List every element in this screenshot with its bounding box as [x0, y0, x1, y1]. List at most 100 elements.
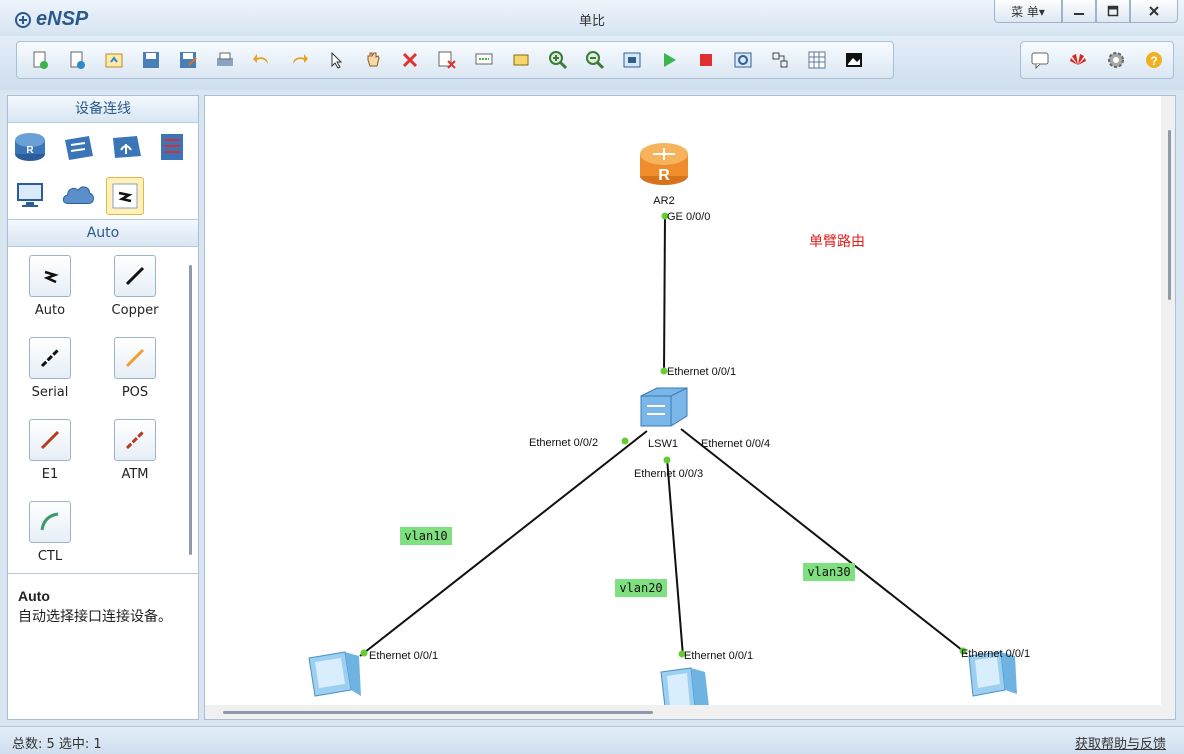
- text-icon: [475, 53, 492, 65]
- cable-pos[interactable]: POS: [100, 337, 170, 400]
- pc-1[interactable]: [308, 651, 361, 697]
- message-button[interactable]: [1026, 46, 1054, 74]
- help-feedback-link[interactable]: 获取帮助与反馈: [1075, 733, 1166, 752]
- device-panel: 设备连线 R Auto Auto Copper Serial POS E1 AT…: [7, 95, 199, 720]
- start-device-button[interactable]: [655, 46, 683, 74]
- grid-button[interactable]: [803, 46, 831, 74]
- interface-label: GE 0/0/0: [667, 211, 710, 223]
- redo-button[interactable]: [285, 46, 313, 74]
- svg-text:R: R: [26, 145, 34, 156]
- cloud-icon: [62, 186, 94, 204]
- cable-ctl[interactable]: CTL: [15, 501, 85, 564]
- cable-label: E1: [41, 467, 59, 482]
- cable-e1[interactable]: E1: [15, 419, 85, 482]
- link-lsw1-pc3[interactable]: [680, 428, 968, 655]
- menu-button[interactable]: 菜 单▾: [994, 0, 1062, 23]
- cable-label: Serial: [31, 385, 69, 400]
- cable-list-scrollbar[interactable]: [189, 265, 192, 555]
- router-category[interactable]: R: [12, 129, 48, 165]
- minimize-button[interactable]: [1062, 0, 1096, 23]
- settings-button[interactable]: [1102, 46, 1130, 74]
- save-icon: [142, 52, 159, 68]
- canvas-horizontal-scrollbar[interactable]: [205, 705, 1175, 719]
- delete-all-links-icon: [438, 51, 456, 69]
- firewall-icon: [161, 134, 183, 160]
- cable-auto[interactable]: Auto: [15, 255, 85, 318]
- delete-button[interactable]: [396, 46, 424, 74]
- close-button[interactable]: [1130, 0, 1178, 23]
- pan-button[interactable]: [359, 46, 387, 74]
- maximize-button[interactable]: [1096, 0, 1130, 23]
- cable-label: POS: [121, 385, 149, 400]
- help-button[interactable]: ?: [1140, 46, 1168, 74]
- print-button[interactable]: [211, 46, 239, 74]
- router-icon: R: [15, 133, 45, 161]
- huawei-icon: [1070, 54, 1086, 65]
- device-label: LSW1: [648, 438, 678, 450]
- switch-lsw1[interactable]: LSW1: [640, 387, 688, 450]
- stop-device-icon: [699, 54, 712, 66]
- topology-snapshot-button[interactable]: [840, 46, 868, 74]
- undo-button[interactable]: [248, 46, 276, 74]
- port-dot: [621, 437, 629, 445]
- device-category-grid: R: [8, 123, 198, 219]
- wlan-category[interactable]: [108, 129, 144, 165]
- interface-label: Ethernet 0/0/1: [961, 648, 1030, 660]
- zoom-in-button[interactable]: [544, 46, 572, 74]
- text-button[interactable]: [470, 46, 498, 74]
- new-topology-button[interactable]: [26, 46, 54, 74]
- stop-device-button[interactable]: [692, 46, 720, 74]
- interface-label: Ethernet 0/0/3: [634, 468, 703, 480]
- cable-copper[interactable]: Copper: [100, 255, 170, 318]
- router-ar2[interactable]: R AR2: [640, 143, 688, 207]
- pc-category[interactable]: [12, 177, 48, 213]
- topology-snapshot-icon: [845, 53, 862, 67]
- rectangle-button[interactable]: [507, 46, 535, 74]
- capture-data-button[interactable]: [729, 46, 757, 74]
- cable-label: CTL: [37, 549, 63, 564]
- scrollbar-thumb[interactable]: [1168, 130, 1171, 300]
- interface-label: Ethernet 0/0/4: [701, 438, 770, 450]
- grid-icon: [808, 51, 825, 69]
- new-exercise-button[interactable]: [63, 46, 91, 74]
- connection-category[interactable]: [106, 177, 144, 215]
- show-interfaces-button[interactable]: [766, 46, 794, 74]
- canvas-vertical-scrollbar[interactable]: [1161, 96, 1175, 719]
- port-dot: [663, 456, 671, 464]
- device-label: AR2: [653, 195, 674, 207]
- status-count: 总数: 5 选中: 1: [12, 737, 102, 752]
- cable-atm[interactable]: ATM: [100, 419, 170, 482]
- help-icon: ?: [1146, 52, 1162, 68]
- firewall-category[interactable]: [154, 129, 190, 165]
- topology-canvas[interactable]: R AR2 GE 0/0/0 LSW1 Ethernet 0/0/1 Ether…: [204, 95, 1176, 720]
- cable-label: Copper: [111, 303, 159, 318]
- open-button[interactable]: [100, 46, 128, 74]
- fit-window-button[interactable]: [618, 46, 646, 74]
- link-ar2-lsw1[interactable]: [663, 213, 666, 375]
- save-as-button[interactable]: [174, 46, 202, 74]
- e1-cable-icon: [40, 430, 60, 450]
- save-button[interactable]: [137, 46, 165, 74]
- topology-svg: R AR2 GE 0/0/0 LSW1 Ethernet 0/0/1 Ether…: [308, 143, 1030, 707]
- scrollbar-thumb[interactable]: [223, 711, 653, 714]
- pc-2[interactable]: [660, 667, 709, 707]
- switch-category[interactable]: [60, 129, 96, 165]
- description-box: Auto 自动选择接口连接设备。: [8, 574, 198, 640]
- zoom-out-button[interactable]: [581, 46, 609, 74]
- link-lsw1-pc2[interactable]: [666, 457, 684, 657]
- right-toolbar: ?: [1020, 41, 1174, 79]
- status-bar: 总数: 5 选中: 1 获取帮助与反馈: [0, 726, 1184, 754]
- undo-icon: [252, 54, 268, 64]
- maximize-icon: [1107, 5, 1119, 17]
- copper-cable-icon: [125, 266, 145, 286]
- select-button[interactable]: [322, 46, 350, 74]
- zoom-in-icon: [548, 51, 567, 70]
- cable-serial[interactable]: Serial: [15, 337, 85, 400]
- pos-cable-icon: [125, 348, 145, 368]
- delete-all-links-button[interactable]: [433, 46, 461, 74]
- svg-text:?: ?: [1150, 54, 1157, 68]
- title-bar: eNSP 单比 菜 单▾: [0, 0, 1184, 37]
- huawei-button[interactable]: [1064, 46, 1092, 74]
- cloud-category[interactable]: [60, 177, 96, 213]
- cable-label: Auto: [34, 303, 66, 318]
